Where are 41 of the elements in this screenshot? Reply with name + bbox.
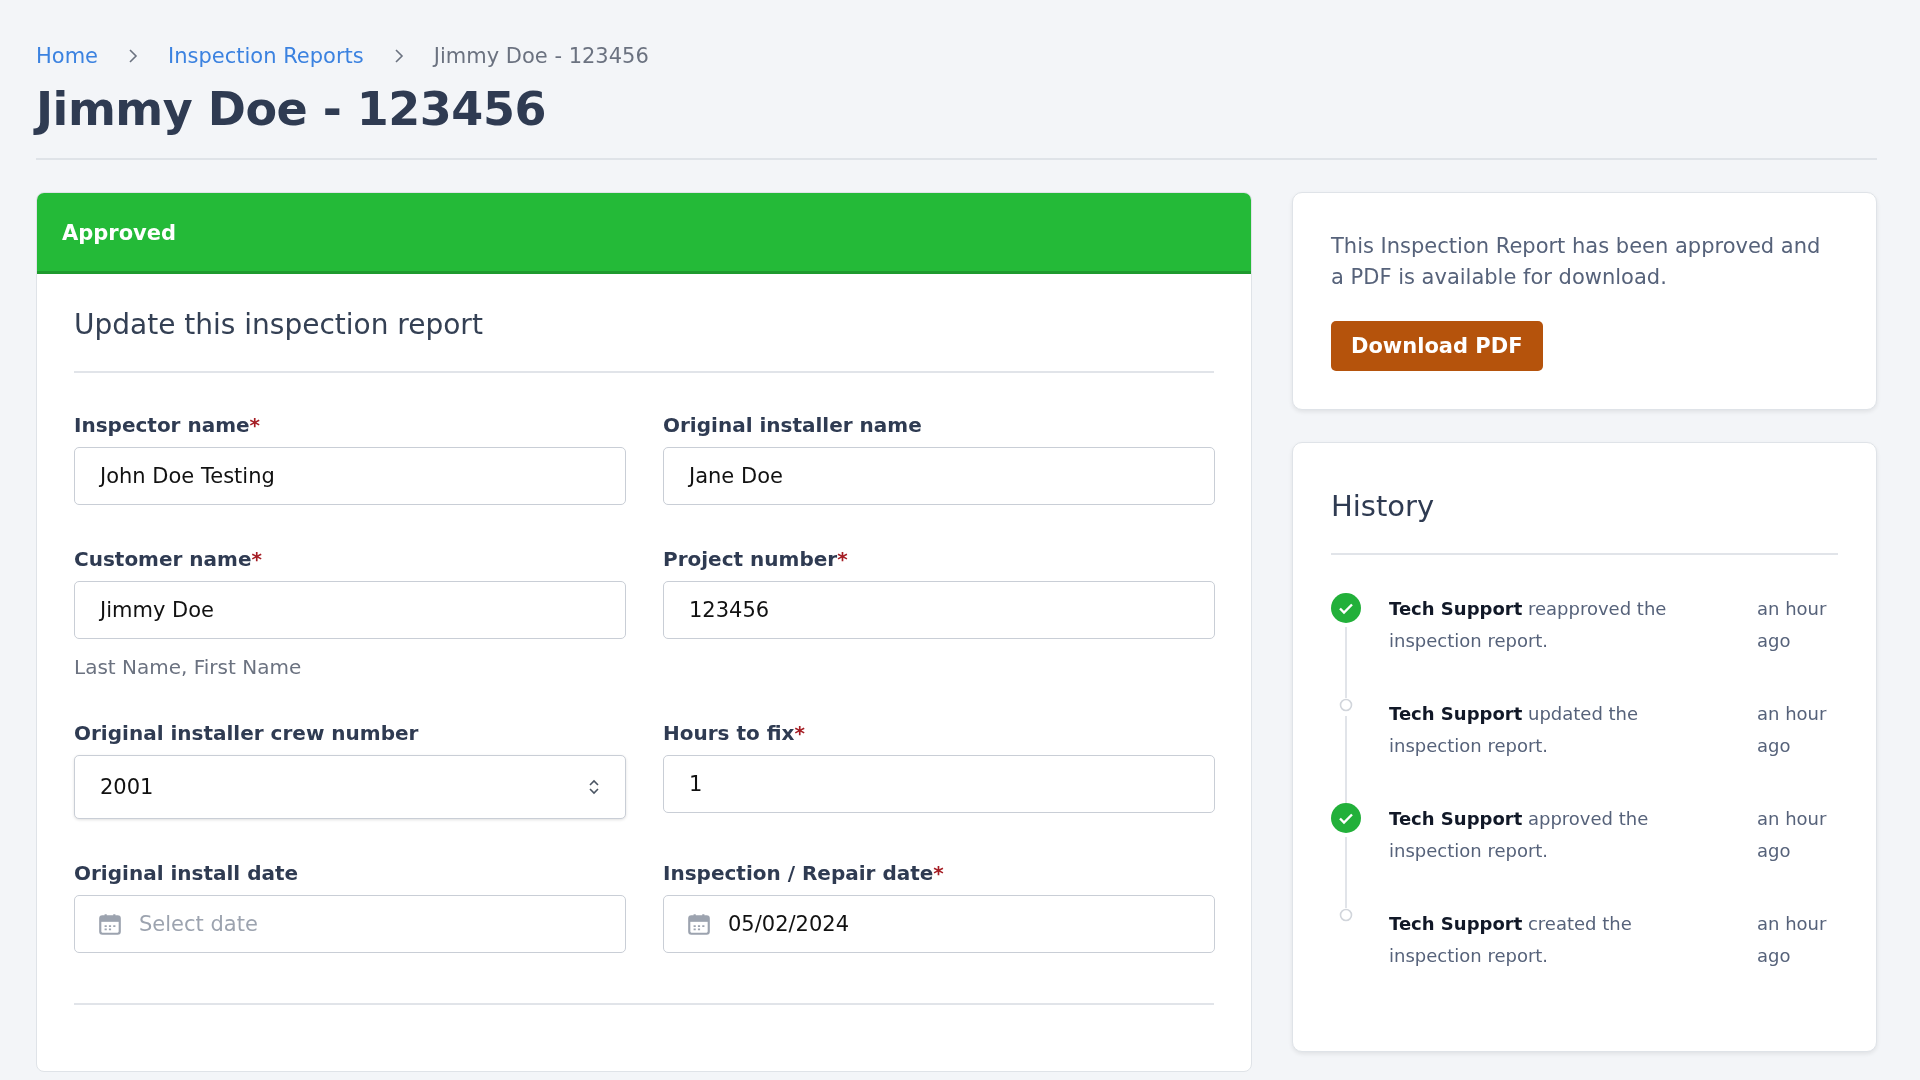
field-hint: Last Name, First Name xyxy=(74,655,303,679)
hollow-dot-icon xyxy=(1339,908,1353,922)
calendar-icon xyxy=(686,911,712,937)
text-field[interactable]: Jimmy Doe xyxy=(74,581,626,639)
field-label: Project number* xyxy=(663,547,849,571)
calendar-icon xyxy=(97,911,123,937)
breadcrumb-link[interactable]: Inspection Reports xyxy=(168,44,364,68)
check-circle-icon xyxy=(1331,803,1361,833)
date-field[interactable]: 05/02/2024 xyxy=(663,895,1215,953)
field-label: Original installer name xyxy=(663,413,923,437)
history-entry: Tech Support updated the inspection report. xyxy=(1389,702,1640,758)
select-field[interactable]: 2001 xyxy=(74,755,626,819)
download-pdf-button[interactable]: Download PDF xyxy=(1331,321,1543,371)
history-title: History xyxy=(1331,489,1436,523)
field-label: Customer name* xyxy=(74,547,263,571)
field-label: Hours to fix* xyxy=(663,721,806,745)
text-field[interactable]: 123456 xyxy=(663,581,1215,639)
field-label: Original install date xyxy=(74,861,300,885)
up-down-chevron-icon xyxy=(588,778,600,796)
status-banner: Approved xyxy=(37,193,1251,274)
check-circle-icon xyxy=(1331,593,1361,623)
history-entry: Tech Support approved the inspection report. xyxy=(1389,807,1650,863)
text-field[interactable]: Jane Doe xyxy=(663,447,1215,505)
history-time: an hour ago xyxy=(1757,702,1828,758)
history-entry: Tech Support reapproved the inspection report. xyxy=(1389,597,1668,653)
breadcrumb-current: Jimmy Doe - 123456 xyxy=(433,44,649,68)
text-field[interactable]: 1 xyxy=(663,755,1215,813)
history-entry: Tech Support created the inspection report. xyxy=(1389,912,1633,968)
history-time: an hour ago xyxy=(1757,807,1828,863)
hollow-dot-icon xyxy=(1339,698,1353,712)
chevron-right-icon xyxy=(128,49,138,63)
approval-message: This Inspection Report has been approved and a PDF is available for download. xyxy=(1331,233,1822,291)
form-heading: Update this inspection report xyxy=(74,308,484,341)
chevron-right-icon xyxy=(393,49,404,63)
history-time: an hour ago xyxy=(1757,597,1828,653)
field-label: Original installer crew number xyxy=(74,721,420,745)
breadcrumb-link[interactable]: Home xyxy=(36,44,98,68)
text-field[interactable]: John Doe Testing xyxy=(74,447,626,505)
field-label: Inspector name* xyxy=(74,413,262,437)
field-label: Inspection / Repair date* xyxy=(663,861,945,885)
history-time: an hour ago xyxy=(1757,912,1828,968)
